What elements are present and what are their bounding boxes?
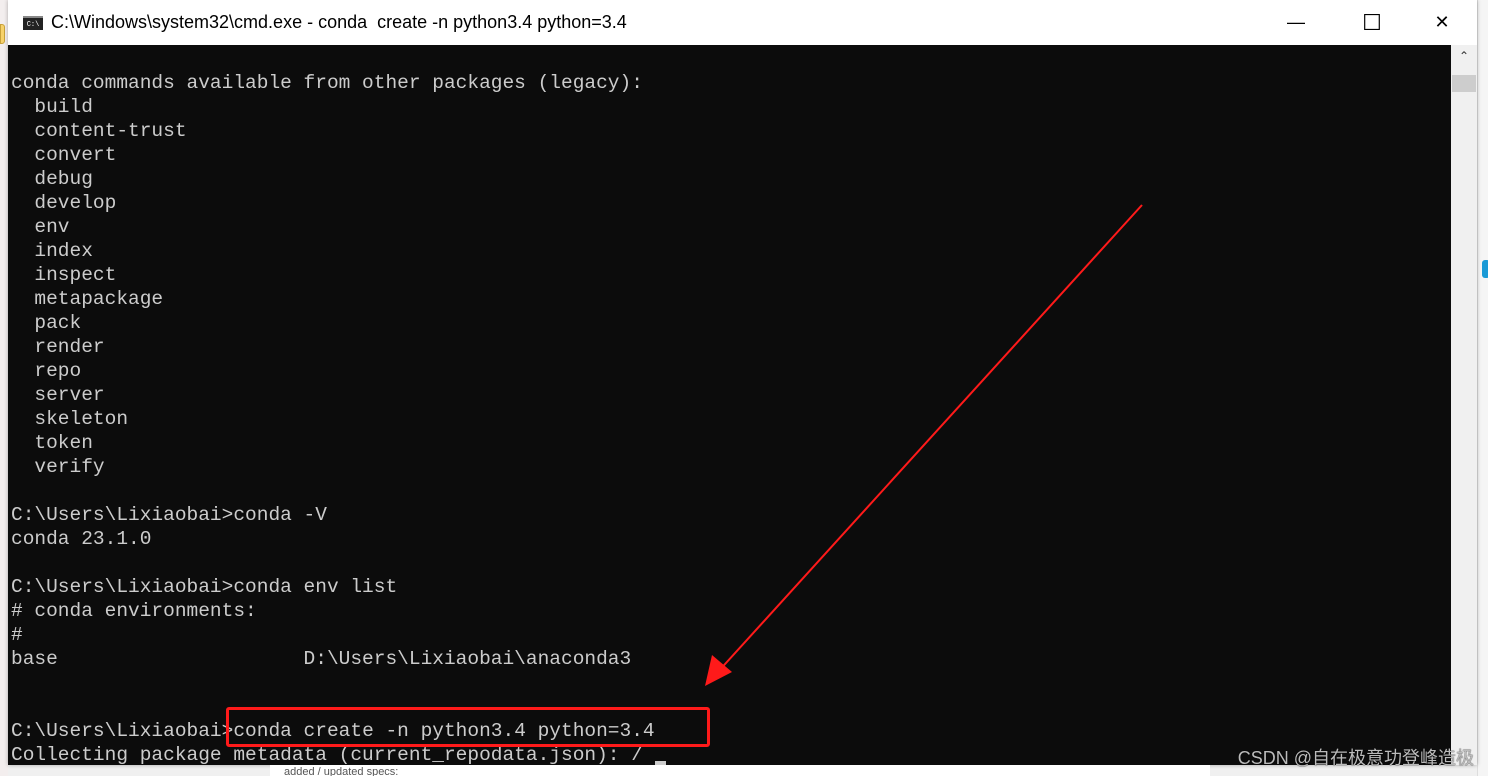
vertical-scrollbar[interactable]: ⌃ xyxy=(1451,45,1477,765)
cmd-icon: C:\ xyxy=(23,15,43,30)
terminal-line: verify xyxy=(11,456,105,478)
terminal-line: conda 23.1.0 xyxy=(11,528,152,550)
terminal-line: develop xyxy=(11,192,117,214)
terminal-line: metapackage xyxy=(11,288,164,310)
terminal-line: token xyxy=(11,432,93,454)
background-text: added / updated specs: xyxy=(284,766,399,776)
terminal-lines: conda commands available from other pack… xyxy=(11,71,1451,719)
terminal-line: base D:\Users\Lixiaobai\anaconda3 xyxy=(11,648,632,670)
terminal-line: server xyxy=(11,384,105,406)
highlight-box xyxy=(226,707,710,747)
terminal-line: C:\Users\Lixiaobai>conda env list xyxy=(11,576,398,598)
terminal-output[interactable]: conda commands available from other pack… xyxy=(8,45,1451,766)
terminal-line: C:\Users\Lixiaobai>conda -V xyxy=(11,504,327,526)
progress-text: Collecting package metadata (current_rep… xyxy=(11,744,655,766)
terminal-line: pack xyxy=(11,312,82,334)
terminal-line: inspect xyxy=(11,264,117,286)
background-right xyxy=(1477,0,1488,776)
background-tab xyxy=(0,24,5,44)
terminal-line: debug xyxy=(11,168,93,190)
maximize-button[interactable]: ☐ xyxy=(1337,0,1407,45)
minimize-button[interactable]: — xyxy=(1261,0,1331,45)
terminal-line: # xyxy=(11,624,23,646)
terminal-line: content-trust xyxy=(11,120,187,142)
window-title: C:\Windows\system32\cmd.exe - conda crea… xyxy=(51,12,627,32)
terminal-line: conda commands available from other pack… xyxy=(11,72,643,94)
cmd-window: C:\ C:\Windows\system32\cmd.exe - conda … xyxy=(8,0,1477,766)
terminal-line: build xyxy=(11,96,93,118)
background-window: added / updated specs: xyxy=(270,765,1210,776)
scroll-thumb[interactable] xyxy=(1452,75,1476,92)
watermark: CSDN @自在极意功登峰造极 xyxy=(1237,748,1474,768)
close-button[interactable]: ✕ xyxy=(1407,0,1477,45)
scroll-up-icon[interactable]: ⌃ xyxy=(1451,49,1477,63)
terminal-line: repo xyxy=(11,360,82,382)
terminal-line: env xyxy=(11,216,70,238)
terminal-line: convert xyxy=(11,144,117,166)
terminal-line: render xyxy=(11,336,105,358)
terminal-line: skeleton xyxy=(11,408,129,430)
title-bar[interactable]: C:\ C:\Windows\system32\cmd.exe - conda … xyxy=(8,0,1477,45)
background-badge xyxy=(1482,260,1488,278)
prompt: C:\Users\Lixiaobai> xyxy=(11,720,234,742)
terminal-line: # conda environments: xyxy=(11,600,257,622)
background-left xyxy=(0,0,8,776)
terminal-line: index xyxy=(11,240,93,262)
